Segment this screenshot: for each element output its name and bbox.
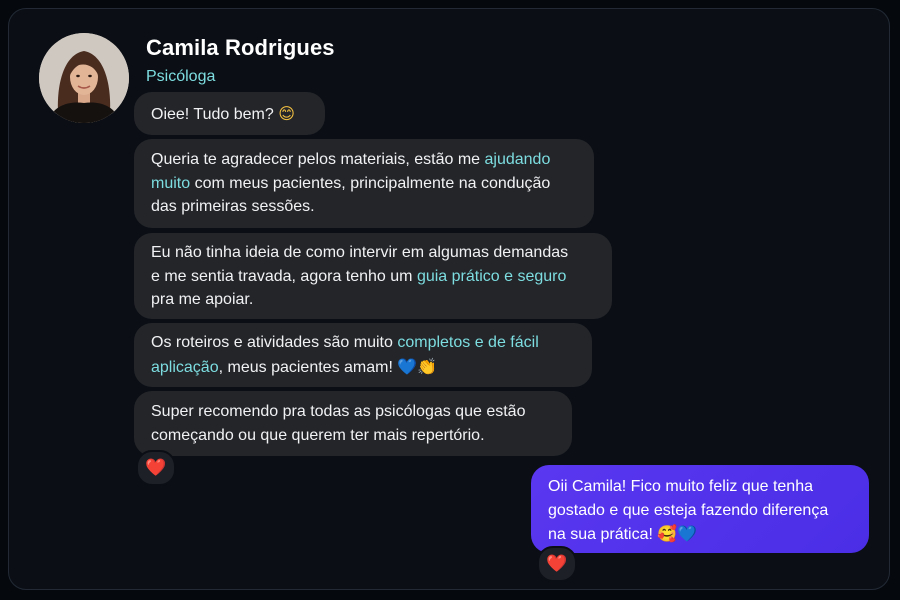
contact-name: Camila Rodrigues — [146, 35, 335, 60]
message-bubble-incoming[interactable]: Super recomendo pra todas as psicólogas … — [134, 391, 572, 456]
smiling-face-with-hearts-emoji: 🥰 — [657, 524, 678, 543]
message-line: Oii Camila! Fico muito feliz que tenha — [548, 478, 813, 495]
highlighted-text: aplicação — [151, 358, 219, 376]
message-line: das primeiras sessões. — [151, 198, 315, 215]
blue-heart-emoji: 💙 — [397, 356, 418, 376]
message-line: na sua prática! 🥰💙 — [548, 522, 852, 547]
message-line: e me sentia travada, agora tenho um guia… — [151, 265, 595, 289]
highlighted-text: completos e de fácil — [397, 334, 539, 351]
message-bubble-incoming[interactable]: Os roteiros e atividades são muito compl… — [134, 323, 592, 387]
avatar[interactable] — [39, 33, 129, 123]
message-text: , meus pacientes amam! — [218, 358, 398, 376]
message-text: Os roteiros e atividades são muito — [151, 334, 398, 351]
message-text: com meus pacientes, principalmente na co… — [190, 174, 551, 192]
message-line: começando ou que querem ter mais repertó… — [151, 426, 485, 444]
contact-role: Psicóloga — [146, 68, 216, 85]
message-text: e me sentia travada, agora tenho um — [151, 267, 417, 285]
message-line: aplicação, meus pacientes amam! 💙👏 — [151, 355, 575, 380]
message-bubble-incoming[interactable]: Oiee! Tudo bem? 😊 — [134, 92, 325, 135]
heart-reaction[interactable]: ❤️ — [537, 546, 577, 582]
smiling-face-emoji: 😊 — [278, 104, 295, 123]
message-line: Os roteiros e atividades são muito compl… — [151, 331, 575, 355]
message-text: na sua prática! — [548, 526, 658, 543]
red-heart-icon: ❤️ — [546, 554, 568, 574]
message-line: muito com meus pacientes, principalmente… — [151, 172, 577, 196]
highlighted-text: ajudando — [484, 151, 551, 168]
highlighted-text: muito — [151, 174, 191, 192]
message-line: Eu não tinha ideia de como intervir em a… — [151, 244, 569, 261]
highlighted-text: guia prático e seguro — [416, 267, 567, 285]
heart-reaction[interactable]: ❤️ — [136, 450, 176, 486]
clapping-hands-emoji: 👏 — [417, 356, 438, 376]
message-text: Oiee! Tudo bem? — [151, 106, 279, 123]
message-line: gostado e que esteja fazendo diferença — [548, 501, 829, 519]
message-text: Queria te agradecer pelos materiais, est… — [151, 151, 485, 168]
message-line: Super recomendo pra todas as psicólogas … — [151, 403, 526, 420]
message-bubble-outgoing[interactable]: Oii Camila! Fico muito feliz que tenha g… — [531, 465, 869, 553]
red-heart-icon: ❤️ — [145, 458, 167, 478]
message-bubble-incoming[interactable]: Queria te agradecer pelos materiais, est… — [134, 139, 594, 228]
blue-heart-emoji: 💙 — [677, 524, 698, 543]
message-bubble-incoming[interactable]: Eu não tinha ideia de como intervir em a… — [134, 233, 612, 319]
avatar-image — [39, 33, 129, 123]
message-line: pra me apoiar. — [151, 291, 254, 308]
message-line: Queria te agradecer pelos materiais, est… — [151, 148, 577, 172]
